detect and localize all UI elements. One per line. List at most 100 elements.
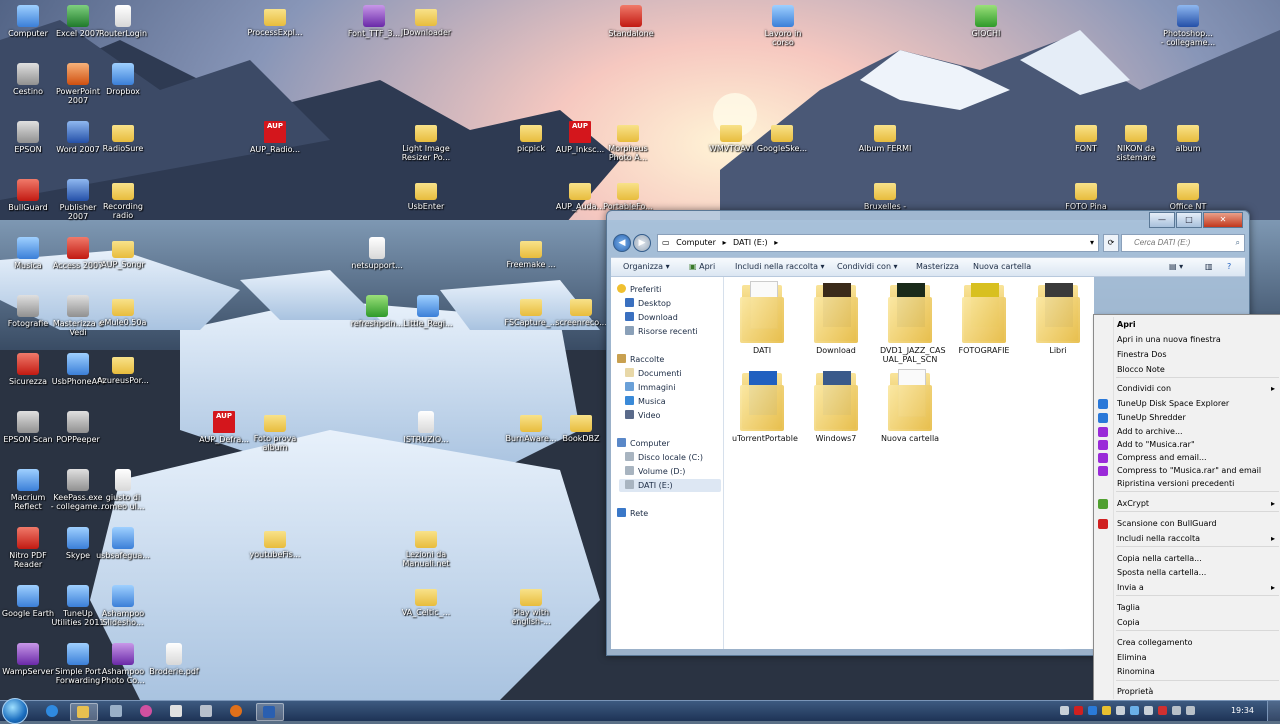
search-input[interactable] [1132, 237, 1236, 248]
desktop-icon-61[interactable]: giusto di romeo ul... [93, 469, 153, 511]
taskbar-explorer[interactable] [70, 703, 98, 721]
nav-music[interactable]: Musica [625, 395, 666, 408]
breadcrumb-computer[interactable]: Computer [676, 238, 716, 247]
desktop-icon-27[interactable]: album [1158, 121, 1218, 153]
help-icon[interactable]: ? [1227, 258, 1231, 276]
desktop-icon-21[interactable]: Morpheus Photo A... [598, 121, 658, 162]
desktop-icon-58[interactable]: BookDBZ [551, 411, 611, 443]
desktop-icon-39[interactable]: AUP_Songr [93, 237, 153, 269]
chevron-right-icon[interactable]: ▸ [774, 238, 778, 247]
view-options-icon[interactable]: ▤ ▾ [1169, 258, 1183, 276]
nav-libraries[interactable]: Raccolte [617, 353, 664, 366]
menu-item-compress-rar-email[interactable]: Compress to "Musica.rar" and email [1117, 465, 1275, 477]
tray-icon[interactable] [1116, 706, 1125, 715]
nav-documents[interactable]: Documenti [625, 367, 682, 380]
nav-video[interactable]: Video [625, 409, 660, 422]
menu-item-send-to[interactable]: Invia a ▸ [1117, 582, 1275, 594]
menu-item-axcrypt[interactable]: AxCrypt ▸ [1117, 498, 1275, 510]
file-item[interactable]: Windows7 [806, 369, 866, 443]
desktop-icon-48[interactable]: screenreco... [551, 295, 611, 327]
desktop-icon-8[interactable]: Lavoro in corso [753, 5, 813, 47]
desktop-icon-65[interactable]: youtubeFis... [245, 527, 305, 559]
close-button[interactable]: ✕ [1203, 212, 1243, 228]
desktop-icon-71[interactable]: Play with english-... [501, 585, 561, 626]
tray-icon[interactable] [1074, 706, 1083, 715]
nav-drive-e[interactable]: DATI (E:) [619, 479, 721, 492]
file-item[interactable]: uTorrentPortable [732, 369, 798, 443]
file-item[interactable]: Nuova cartella [880, 369, 940, 443]
tray-icon[interactable] [1130, 706, 1139, 715]
share-with-button[interactable]: Condividi con ▾ [837, 258, 898, 276]
minimize-button[interactable]: — [1149, 212, 1175, 228]
network-icon[interactable] [1186, 706, 1195, 715]
nav-computer[interactable]: Computer [617, 437, 670, 450]
desktop-icon-30[interactable]: Recording radio [93, 179, 153, 220]
menu-item-copy[interactable]: Copia [1117, 617, 1275, 629]
menu-item-compress-email[interactable]: Compress and email... [1117, 452, 1275, 464]
desktop-icon-17[interactable]: AUP AUP_Radio... [245, 121, 305, 154]
taskbar-app-2[interactable] [134, 703, 160, 719]
desktop-icon-4[interactable]: ProcessExpl... [245, 5, 305, 37]
nav-recent[interactable]: Risorse recenti [625, 325, 698, 338]
desktop-icon-46[interactable]: Little_Regi... [398, 295, 458, 328]
preview-pane-icon[interactable]: ▥ [1205, 258, 1213, 276]
address-bar[interactable]: ▭ Computer ▸ DATI (E:) ▸ ▾ [657, 234, 1099, 252]
nav-download[interactable]: Download [625, 311, 678, 324]
tray-icon[interactable] [1088, 706, 1097, 715]
desktop-icon-33[interactable]: PortableFo... [598, 179, 658, 211]
taskbar-app-3[interactable] [194, 703, 220, 719]
new-folder-button[interactable]: Nuova cartella [973, 258, 1031, 276]
desktop-icon-13[interactable]: Dropbox [93, 63, 153, 96]
menu-item-move-to-folder[interactable]: Sposta nella cartella... [1117, 567, 1275, 579]
desktop-icon-9[interactable]: GIOCHI [956, 5, 1016, 38]
desktop-icon-18[interactable]: Light Image Resizer Po... [396, 121, 456, 162]
forward-button[interactable]: ▶ [633, 234, 651, 252]
desktop-icon-16[interactable]: RadioSure [93, 121, 153, 153]
desktop-icon-6[interactable]: JDownloader [396, 5, 456, 37]
desktop-icon-66[interactable]: Lezioni da Manuali.net [396, 527, 456, 568]
desktop-icon-7[interactable]: Standalone [601, 5, 661, 38]
open-button[interactable]: ▣ Apri [689, 258, 715, 276]
file-item[interactable]: FOTOGRAFIE [954, 281, 1014, 355]
menu-item-add-to-rar[interactable]: Add to "Musica.rar" [1117, 439, 1275, 451]
nav-drive-c[interactable]: Disco locale (C:) [625, 451, 703, 464]
chevron-down-icon[interactable]: ▾ [1090, 235, 1094, 251]
maximize-button[interactable]: □ [1176, 212, 1202, 228]
menu-item-rename[interactable]: Rinomina [1117, 666, 1275, 678]
taskbar-app-4[interactable] [256, 703, 284, 721]
desktop-icon-53[interactable]: POPPeeper [48, 411, 108, 444]
tray-icon[interactable] [1060, 706, 1069, 715]
menu-item-copy-to-folder[interactable]: Copia nella cartella... [1117, 553, 1275, 565]
menu-item-notepad[interactable]: Blocco Note [1117, 364, 1275, 376]
menu-item-tuneup-shredder[interactable]: TuneUp Shredder [1117, 412, 1275, 424]
desktop-icon-70[interactable]: VA_Celtic_... [396, 585, 456, 617]
desktop-icon-24[interactable]: Album FERMI [855, 121, 915, 153]
organize-button[interactable]: Organizza ▾ [623, 258, 670, 276]
burn-button[interactable]: Masterizza [916, 258, 959, 276]
tray-icon[interactable] [1158, 706, 1167, 715]
taskbar-ie[interactable] [40, 703, 66, 719]
desktop-icon-36[interactable]: Office NT [1158, 179, 1218, 211]
menu-item-include-library[interactable]: Includi nella raccolta ▸ [1117, 533, 1275, 545]
menu-item-tuneup-disk-space[interactable]: TuneUp Disk Space Explorer [1117, 398, 1275, 410]
file-item[interactable]: Libri [1028, 281, 1088, 355]
desktop-icon-10[interactable]: Photoshop... - collegame... [1158, 5, 1218, 47]
file-item[interactable]: DATI [732, 281, 792, 355]
menu-item-dos-window[interactable]: Finestra Dos [1117, 349, 1275, 361]
volume-icon[interactable] [1172, 706, 1181, 715]
desktop-icon-34[interactable]: Bruxelles - [855, 179, 915, 211]
tray-icon[interactable] [1102, 706, 1111, 715]
desktop-icon-41[interactable]: Freemake ... [501, 237, 561, 269]
tray-icon[interactable] [1144, 706, 1153, 715]
search-icon[interactable]: ⌕ [1236, 235, 1240, 251]
menu-item-restore-versions[interactable]: Ripristina versioni precedenti [1117, 478, 1275, 490]
nav-drive-d[interactable]: Volume (D:) [625, 465, 685, 478]
menu-item-properties[interactable]: Proprietà [1117, 686, 1275, 698]
taskbar-app-1[interactable] [104, 703, 130, 719]
taskbar-media[interactable] [164, 703, 190, 719]
desktop-icon-64[interactable]: usbsafegua... [93, 527, 153, 560]
menu-item-share-with[interactable]: Condividi con ▸ [1117, 383, 1275, 395]
desktop-icon-31[interactable]: UsbEnter [396, 179, 456, 211]
clock[interactable]: 19:34 [1231, 701, 1254, 721]
desktop-icon-40[interactable]: netsupport... [347, 237, 407, 270]
